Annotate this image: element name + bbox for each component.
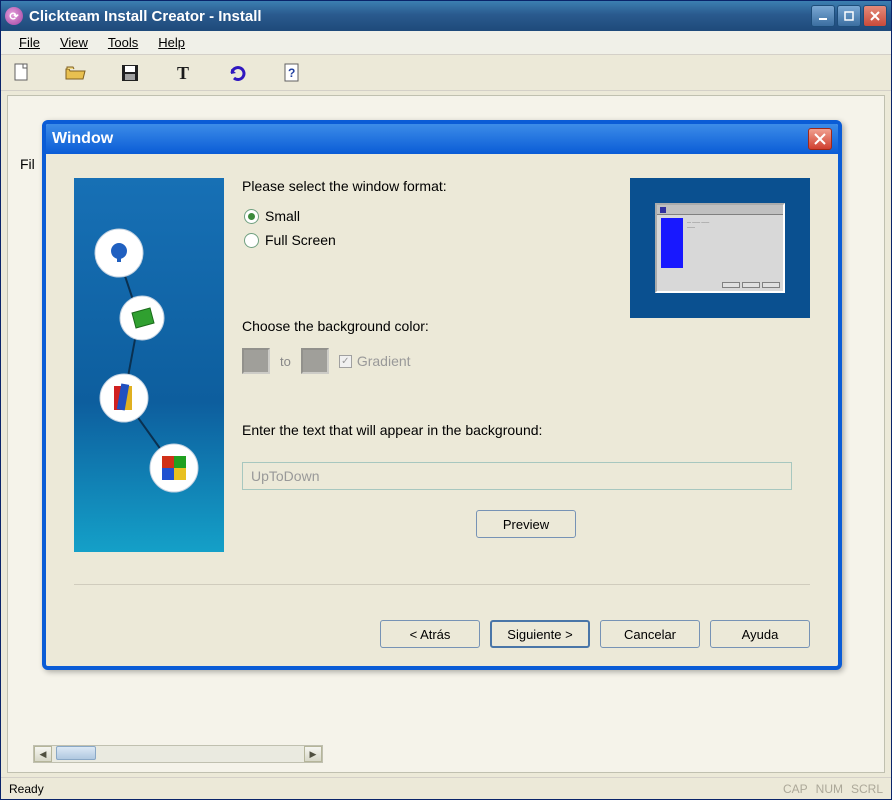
preview-button[interactable]: Preview xyxy=(476,510,576,538)
svg-text:?: ? xyxy=(288,66,295,80)
color-to-swatch[interactable] xyxy=(301,348,329,374)
preview-thumbnail: — —— ———— xyxy=(630,178,810,318)
bgtext-input[interactable] xyxy=(242,462,792,490)
svg-text:T: T xyxy=(177,64,189,82)
dialog-titlebar[interactable]: Window xyxy=(46,124,838,154)
wizard-graphic xyxy=(74,178,224,552)
minimize-icon xyxy=(818,11,828,21)
radio-fullscreen[interactable]: Full Screen xyxy=(244,232,618,248)
scroll-left-button[interactable]: ◀ xyxy=(34,746,52,762)
dialog-close-button[interactable] xyxy=(808,128,832,150)
minimize-button[interactable] xyxy=(811,5,835,27)
main-titlebar[interactable]: ⟳ Clickteam Install Creator - Install xyxy=(1,1,891,31)
menu-bar: File View Tools Help xyxy=(1,31,891,55)
next-button[interactable]: Siguiente > xyxy=(490,620,590,648)
format-label: Please select the window format: xyxy=(242,178,618,194)
help-icon[interactable]: ? xyxy=(281,62,303,84)
back-button[interactable]: < Atrás xyxy=(380,620,480,648)
dialog-title: Window xyxy=(52,130,113,148)
status-text: Ready xyxy=(9,782,44,796)
status-cap: CAP xyxy=(783,782,808,796)
color-from-swatch[interactable] xyxy=(242,348,270,374)
radio-icon xyxy=(244,209,259,224)
gradient-checkbox[interactable]: ✓ Gradient xyxy=(339,353,411,369)
save-icon[interactable] xyxy=(119,62,141,84)
horizontal-scrollbar[interactable]: ◀ ▶ xyxy=(33,745,323,763)
scroll-thumb[interactable] xyxy=(56,746,96,760)
dialog-divider xyxy=(74,584,810,585)
status-num: NUM xyxy=(816,782,843,796)
status-scrl: SCRL xyxy=(851,782,883,796)
radio-icon xyxy=(244,233,259,248)
checkbox-icon: ✓ xyxy=(339,355,352,368)
text-icon[interactable]: T xyxy=(173,62,195,84)
dialog-body: — —— ———— Please select the window forma… xyxy=(46,154,838,666)
gradient-label: Gradient xyxy=(357,353,411,369)
close-icon xyxy=(814,133,826,145)
toolbar: T ? xyxy=(1,55,891,91)
radio-small[interactable]: Small xyxy=(244,208,618,224)
color-to-label: to xyxy=(280,354,291,369)
menu-tools[interactable]: Tools xyxy=(98,32,148,53)
close-button[interactable] xyxy=(863,5,887,27)
bgtext-label: Enter the text that will appear in the b… xyxy=(242,422,810,438)
window-dialog: Window xyxy=(42,120,842,670)
app-icon: ⟳ xyxy=(5,7,23,25)
scroll-right-button[interactable]: ▶ xyxy=(304,746,322,762)
new-icon[interactable] xyxy=(11,62,33,84)
radio-fullscreen-label: Full Screen xyxy=(265,232,336,248)
wizard-sidebar xyxy=(74,178,224,552)
cancel-button[interactable]: Cancelar xyxy=(600,620,700,648)
status-bar: Ready CAP NUM SCRL xyxy=(1,777,891,799)
maximize-icon xyxy=(844,11,854,21)
help-button[interactable]: Ayuda xyxy=(710,620,810,648)
bgcolor-label: Choose the background color: xyxy=(242,318,810,334)
close-icon xyxy=(870,11,880,21)
menu-file[interactable]: File xyxy=(9,32,50,53)
menu-help[interactable]: Help xyxy=(148,32,195,53)
menu-view[interactable]: View xyxy=(50,32,98,53)
tab-files[interactable]: Fil xyxy=(20,156,35,172)
open-icon[interactable] xyxy=(65,62,87,84)
scroll-track[interactable] xyxy=(52,746,304,762)
refresh-icon[interactable] xyxy=(227,62,249,84)
dialog-nav-buttons: < Atrás Siguiente > Cancelar Ayuda xyxy=(380,620,810,648)
maximize-button[interactable] xyxy=(837,5,861,27)
radio-small-label: Small xyxy=(265,208,300,224)
app-title: Clickteam Install Creator - Install xyxy=(29,8,262,25)
